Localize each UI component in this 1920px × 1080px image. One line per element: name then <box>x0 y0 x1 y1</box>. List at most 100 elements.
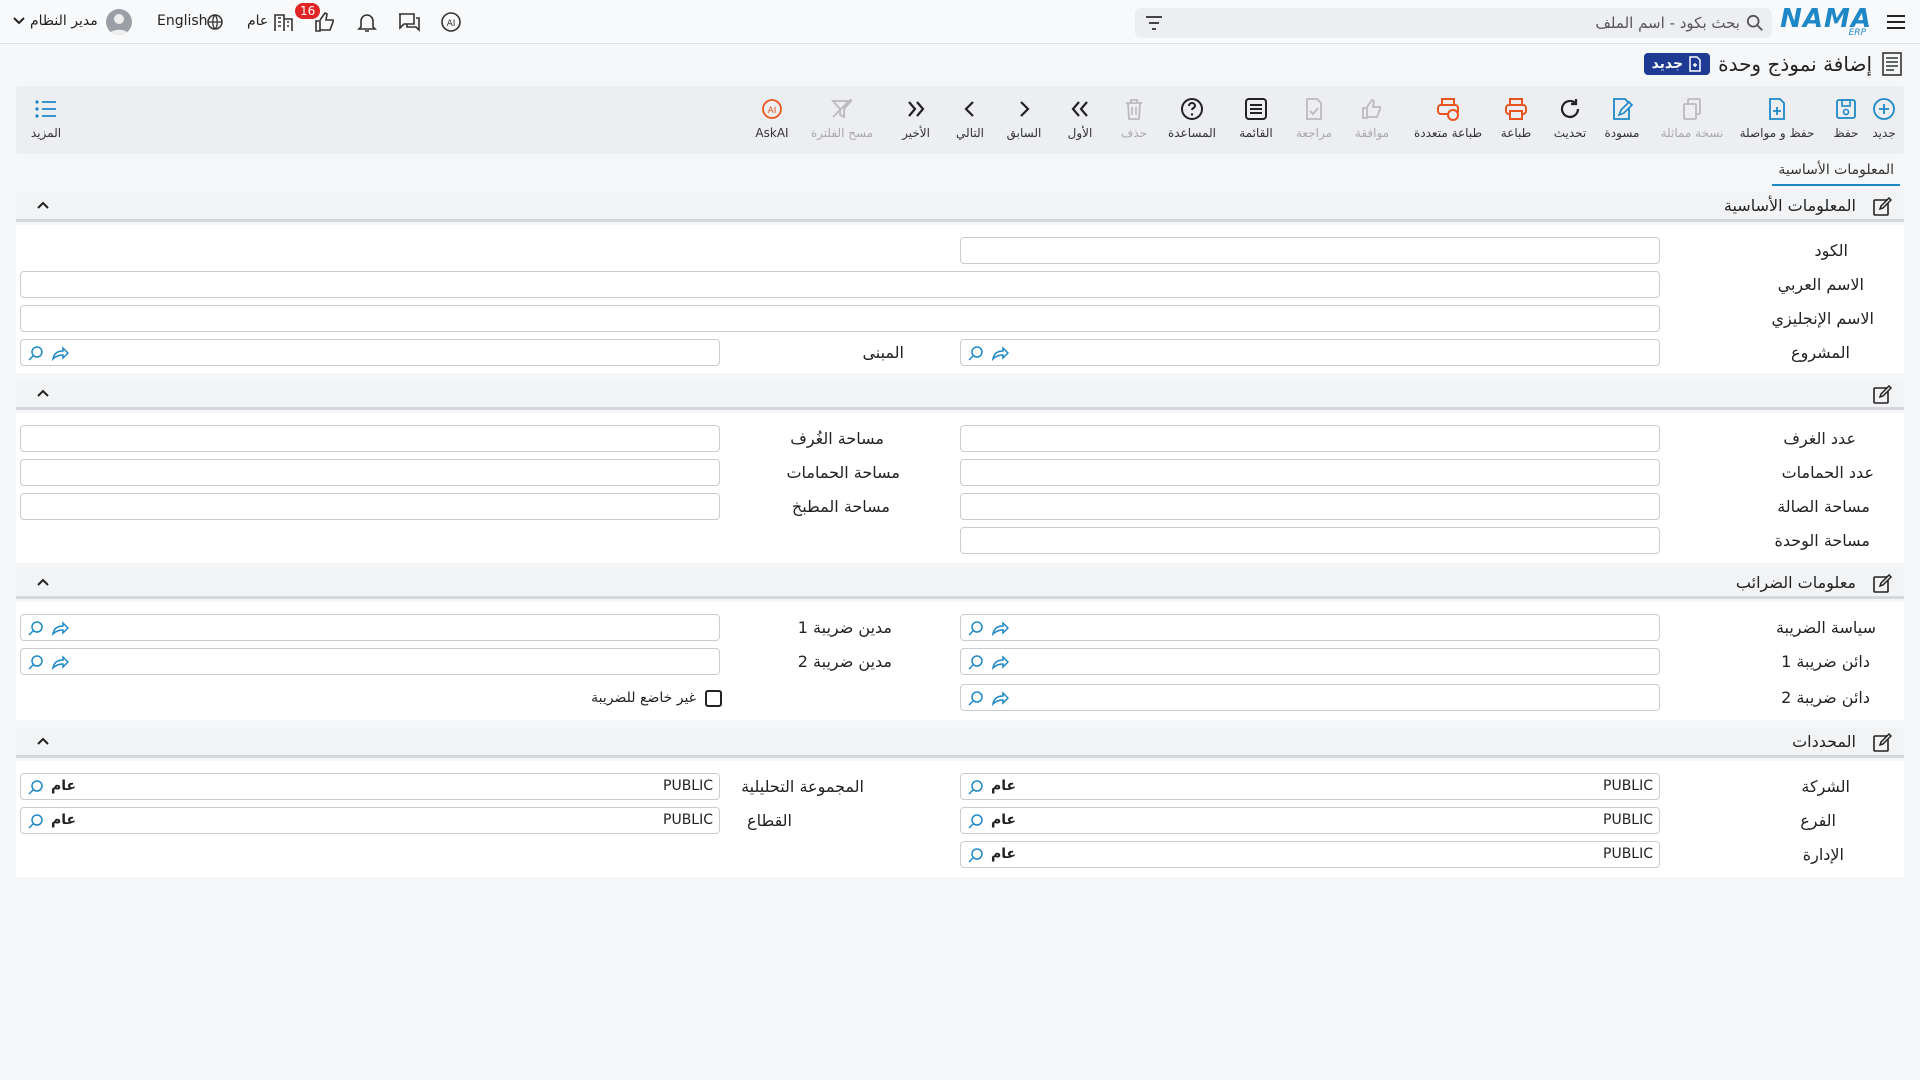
user-name[interactable]: مدير النظام <box>30 13 98 29</box>
section-basic-title: المعلومات الأساسية <box>1723 196 1856 215</box>
search-icon[interactable] <box>27 344 45 362</box>
last-button[interactable]: الأخير <box>898 96 934 148</box>
search-icon[interactable] <box>967 846 985 864</box>
share-icon[interactable] <box>991 619 1009 637</box>
rooms-count-field[interactable] <box>960 425 1660 452</box>
search-icon[interactable] <box>967 689 985 707</box>
share-icon[interactable] <box>51 344 69 362</box>
chevron-down-icon[interactable] <box>13 16 25 26</box>
prev-label: السابق <box>1006 126 1042 140</box>
print-label: طباعة <box>1500 126 1532 140</box>
branch-field[interactable]: PUBLIC عام <box>960 807 1660 834</box>
globe-icon[interactable] <box>205 10 225 34</box>
section-dims-header[interactable]: المحددات <box>16 728 1904 758</box>
section-details-header[interactable] <box>16 380 1904 410</box>
tax-policy-label: سياسة الضريبة <box>1775 618 1876 637</box>
search-icon[interactable] <box>967 344 985 362</box>
new-button[interactable]: جديد <box>1864 96 1904 148</box>
draft-button[interactable]: مسودة <box>1598 96 1646 148</box>
prev-button[interactable]: السابق <box>1004 96 1044 148</box>
tax-policy-field[interactable] <box>960 614 1660 641</box>
english-name-field[interactable] <box>20 305 1660 332</box>
tax-creditor1-field[interactable] <box>960 648 1660 675</box>
next-button[interactable]: التالي <box>952 96 988 148</box>
company-field[interactable]: PUBLIC عام <box>960 773 1660 800</box>
tax-debtor1-field[interactable] <box>20 614 720 641</box>
tax-debtor2-field[interactable] <box>20 648 720 675</box>
search-icon[interactable] <box>27 778 45 796</box>
language-switch[interactable]: English <box>157 13 208 29</box>
menu-icon[interactable] <box>1884 10 1908 34</box>
chat-icon[interactable] <box>396 10 422 34</box>
search-bar[interactable]: بحث بكود - اسم الملف <box>1135 8 1772 38</box>
kitchen-area-field[interactable] <box>20 493 720 520</box>
building-field[interactable] <box>20 339 720 366</box>
english-name-label: الاسم الإنجليزي <box>1771 309 1874 328</box>
approve-button[interactable]: موافقة <box>1350 96 1394 148</box>
building-icon[interactable] <box>271 10 297 34</box>
search-icon[interactable] <box>967 812 985 830</box>
search-icon[interactable] <box>27 812 45 830</box>
chevron-up-icon[interactable] <box>36 200 50 210</box>
rooms-area-field[interactable] <box>20 425 720 452</box>
refresh-button[interactable]: تحديث <box>1550 96 1590 148</box>
analysis-group-field[interactable]: PUBLIC عام <box>20 773 720 800</box>
section-details-body: عدد الغرف مساحة الغُرف عدد الحمامات مساح… <box>16 413 1904 563</box>
ai-assistant-icon[interactable]: AI <box>438 10 464 34</box>
tax-creditor2-label: دائن ضريبة 2 <box>1781 688 1870 707</box>
unit-area-field[interactable] <box>960 527 1660 554</box>
department-field[interactable]: PUBLIC عام <box>960 841 1660 868</box>
document-icon <box>1689 56 1701 72</box>
share-icon[interactable] <box>991 689 1009 707</box>
chevron-up-icon[interactable] <box>36 577 50 587</box>
svg-text:AI: AI <box>447 19 456 29</box>
copy-button[interactable]: نسخة مماثلة <box>1658 96 1726 148</box>
first-button[interactable]: الأول <box>1062 96 1098 148</box>
filter-icon[interactable] <box>1145 15 1163 31</box>
status-badge-label: جديد <box>1651 56 1684 72</box>
review-button[interactable]: مراجعة <box>1292 96 1336 148</box>
share-icon[interactable] <box>991 344 1009 362</box>
branch-value: PUBLIC <box>1603 812 1653 828</box>
tab-basic-info[interactable]: المعلومات الأساسية <box>1772 160 1900 186</box>
sector-field[interactable]: PUBLIC عام <box>20 807 720 834</box>
search-icon[interactable] <box>27 619 45 637</box>
general-label[interactable]: عام <box>247 13 268 29</box>
help-icon <box>1181 98 1203 120</box>
baths-area-field[interactable] <box>20 459 720 486</box>
search-icon[interactable] <box>967 653 985 671</box>
code-field[interactable] <box>960 237 1660 264</box>
section-basic-header[interactable]: المعلومات الأساسية <box>16 192 1904 222</box>
project-field[interactable] <box>960 339 1660 366</box>
chevron-up-icon[interactable] <box>36 736 50 746</box>
help-button[interactable]: المساعدة <box>1166 96 1218 148</box>
chevron-up-icon[interactable] <box>36 388 50 398</box>
search-icon[interactable] <box>967 778 985 796</box>
save-button[interactable]: حفظ <box>1826 96 1866 148</box>
save-label: حفظ <box>1833 126 1859 140</box>
logo[interactable]: NAMA ERP <box>1780 4 1872 38</box>
avatar[interactable] <box>106 9 132 35</box>
print-button[interactable]: طباعة <box>1496 96 1536 148</box>
multi-print-button[interactable]: طباعة متعددة <box>1410 96 1486 148</box>
search-icon[interactable] <box>27 653 45 671</box>
bell-icon[interactable] <box>354 10 380 34</box>
tax-creditor2-field[interactable] <box>960 684 1660 711</box>
share-icon[interactable] <box>991 653 1009 671</box>
not-taxable-checkbox[interactable] <box>705 690 722 707</box>
share-icon[interactable] <box>51 619 69 637</box>
more-button[interactable]: المزيد <box>26 96 66 148</box>
baths-count-field[interactable] <box>960 459 1660 486</box>
list-button[interactable]: القائمة <box>1234 96 1278 148</box>
save-continue-button[interactable]: حفظ و مواصلة <box>1738 96 1816 148</box>
delete-button[interactable]: حذف <box>1116 96 1152 148</box>
share-icon[interactable] <box>51 653 69 671</box>
branch-label: الفرع <box>1800 811 1836 830</box>
section-tax-header[interactable]: معلومات الضرائب <box>16 569 1904 599</box>
clear-filter-button[interactable]: مسح الفلترة <box>810 96 874 148</box>
arabic-name-field[interactable] <box>20 271 1660 298</box>
search-icon[interactable] <box>967 619 985 637</box>
askai-button[interactable]: AI AskAI <box>752 96 792 148</box>
hall-area-field[interactable] <box>960 493 1660 520</box>
search-input[interactable]: بحث بكود - اسم الملف <box>1595 14 1740 32</box>
